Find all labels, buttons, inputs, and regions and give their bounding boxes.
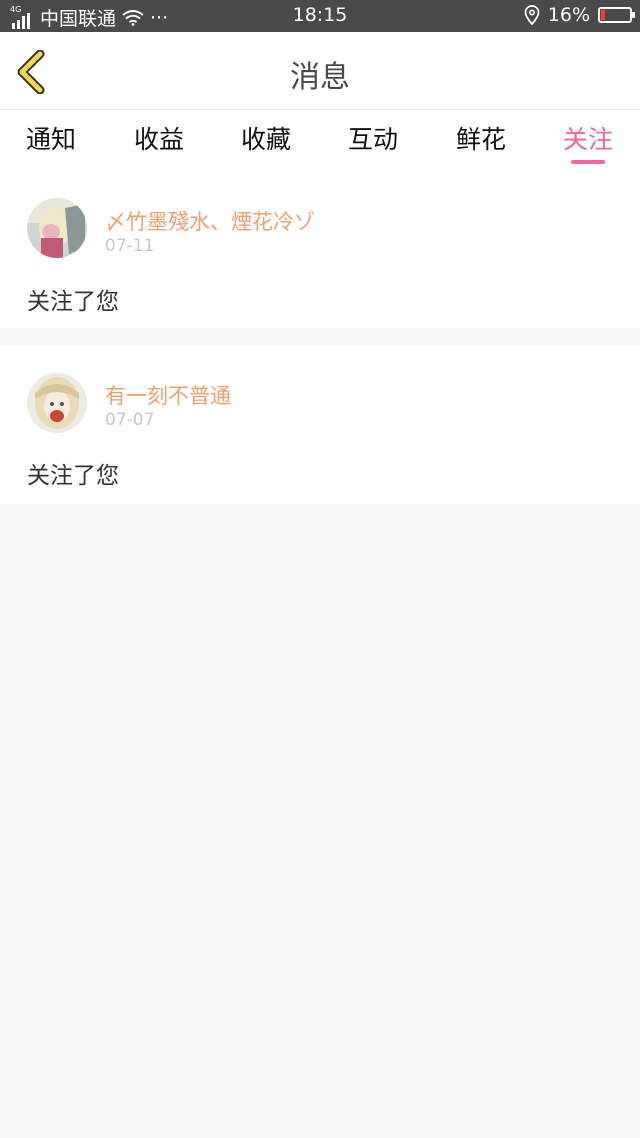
location-icon [524,5,540,25]
battery-fill [601,10,606,20]
message-text: 关注了您 [27,289,119,315]
battery-icon [598,7,635,23]
tab-earnings[interactable]: 收益 [109,120,209,156]
status-right: 16% [524,4,635,26]
username[interactable]: 〆竹墨殘水、煙花冷ゾ [105,206,315,236]
active-tab-indicator [571,160,605,164]
username[interactable]: 有一刻不普通 [105,380,231,410]
status-bar: 4G 中国联通 ··· 18:15 16% [0,0,640,32]
timestamp: 07-07 [105,410,155,430]
page-title: 消息 [290,60,350,95]
nav-header: 消息 [0,32,640,110]
list-item[interactable]: 有一刻不普通 07-07 关注了您 [0,346,640,504]
tab-bar: 通知 收益 收藏 互动 鲜花 关注 [0,110,640,170]
battery-percent: 16% [547,4,590,26]
message-text: 关注了您 [27,463,119,489]
tab-favorites[interactable]: 收藏 [216,120,316,156]
list-item[interactable]: 〆竹墨殘水、煙花冷ゾ 07-11 关注了您 [0,170,640,328]
tab-flowers[interactable]: 鲜花 [431,120,531,156]
timestamp: 07-11 [105,236,155,256]
tab-interactions[interactable]: 互动 [323,120,423,156]
tab-notifications[interactable]: 通知 [1,120,101,156]
tab-follows[interactable]: 关注 [538,120,638,156]
avatar[interactable] [27,373,87,433]
avatar[interactable] [27,198,87,258]
